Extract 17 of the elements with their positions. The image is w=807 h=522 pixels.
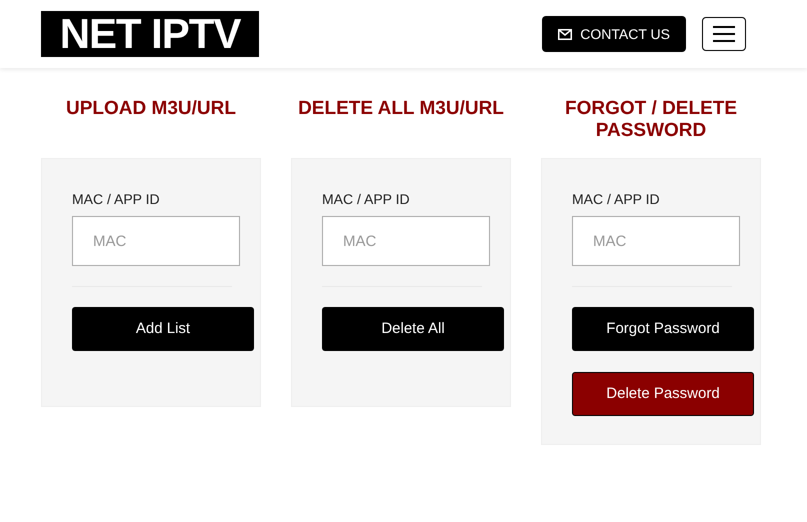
mac-input[interactable]: MAC xyxy=(72,216,240,266)
action-button[interactable]: Forgot Password xyxy=(572,307,754,351)
mac-input[interactable]: MAC xyxy=(572,216,740,266)
field-label: MAC / APP ID xyxy=(572,190,661,209)
action-button[interactable]: Add List xyxy=(72,307,254,351)
mac-input[interactable]: MAC xyxy=(322,216,490,266)
section-heading: UPLOAD M3U/URL xyxy=(65,98,237,121)
contact-button[interactable]: CONTACT US xyxy=(542,16,686,52)
field-label: MAC / APP ID xyxy=(72,190,161,209)
section-heading: DELETE ALL M3U/URL xyxy=(297,98,505,121)
action-button[interactable]: Delete All xyxy=(322,307,504,351)
menu-button[interactable] xyxy=(702,17,746,51)
field-label: MAC / APP ID xyxy=(322,190,411,209)
logo[interactable]: NET IPTV xyxy=(41,11,259,57)
section-heading: FORGOT / DELETE PASSWORD xyxy=(564,98,738,142)
action-button[interactable]: Delete Password xyxy=(572,372,754,416)
mail-icon xyxy=(558,28,572,40)
